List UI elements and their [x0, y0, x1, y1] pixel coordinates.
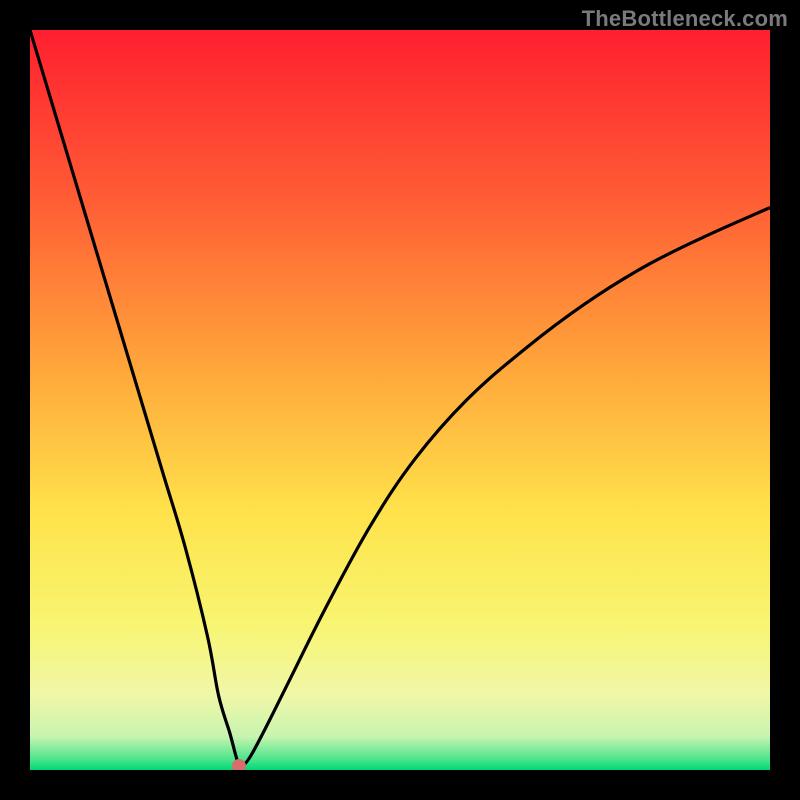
optimum-dot — [232, 759, 246, 770]
plot-area — [30, 30, 770, 770]
watermark-text: TheBottleneck.com — [582, 6, 788, 32]
bottleneck-curve — [30, 30, 770, 767]
curve-layer — [30, 30, 770, 770]
chart-frame: TheBottleneck.com — [0, 0, 800, 800]
